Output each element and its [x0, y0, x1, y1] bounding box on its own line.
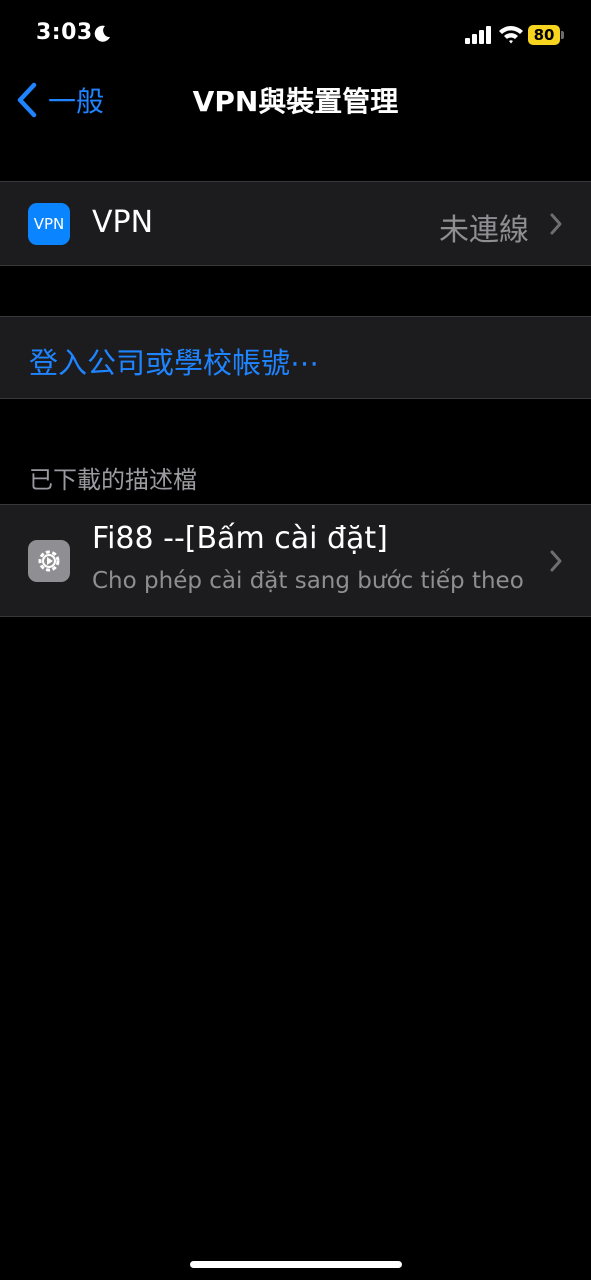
status-time: 3:03	[36, 20, 93, 45]
vpn-label: VPN	[92, 205, 154, 240]
vpn-status: 未連線	[439, 213, 529, 248]
battery-icon: 80	[528, 25, 560, 45]
profile-title: Fi88 --[Bấm cài đặt]	[92, 521, 388, 556]
vpn-icon-text: VPN	[33, 215, 65, 233]
profile-subtitle: Cho phép cài đặt sang bước tiếp theo	[92, 568, 524, 594]
sign-in-work-school-link: 登入公司或學校帳號⋯	[29, 346, 320, 380]
chevron-right-icon	[550, 213, 562, 235]
page-title: VPN與裝置管理	[192, 85, 399, 118]
battery-nub	[561, 31, 564, 39]
cellular-signal-icon	[465, 26, 491, 44]
chevron-right-icon	[550, 550, 562, 572]
vpn-group: VPN VPN 未連線	[0, 181, 591, 266]
downloaded-profiles-header: 已下載的描述檔	[29, 466, 197, 494]
sign-in-row[interactable]: 登入公司或學校帳號⋯	[0, 317, 591, 398]
home-indicator[interactable]	[190, 1261, 402, 1268]
wifi-icon	[499, 26, 523, 44]
sign-in-group: 登入公司或學校帳號⋯	[0, 316, 591, 399]
status-bar: 3:03 80	[0, 0, 591, 70]
vpn-row[interactable]: VPN VPN 未連線	[0, 182, 591, 265]
profiles-group: Fi88 --[Bấm cài đặt] Cho phép cài đặt sa…	[0, 504, 591, 617]
moon-icon	[94, 25, 110, 42]
battery-level: 80	[533, 26, 555, 44]
settings-gear-icon	[28, 540, 70, 582]
profile-row[interactable]: Fi88 --[Bấm cài đặt] Cho phép cài đặt sa…	[0, 505, 591, 616]
navigation-bar: 一般 VPN與裝置管理	[0, 70, 591, 130]
vpn-icon: VPN	[28, 203, 70, 245]
gear-icon	[38, 550, 60, 572]
